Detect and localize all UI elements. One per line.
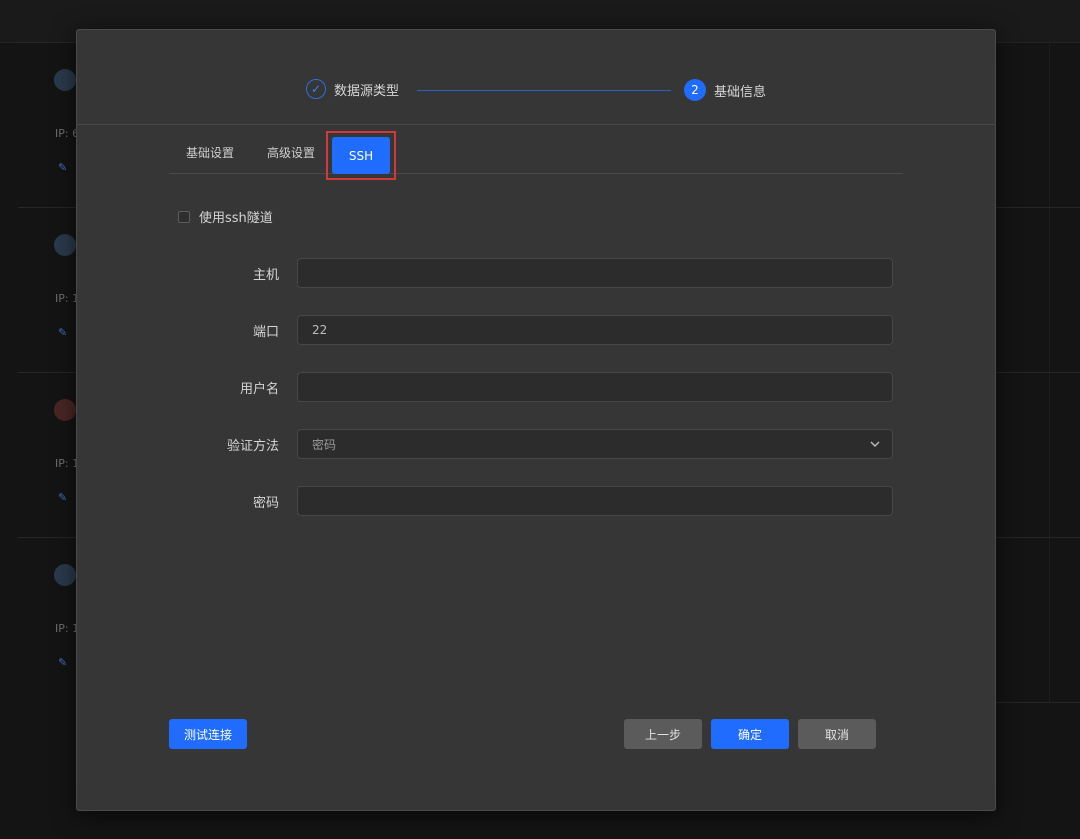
- settings-tabs: 基础设置 高级设置 SSH: [169, 130, 903, 180]
- form-row-auth-method: 验证方法 密码: [77, 429, 995, 459]
- edit-icon: ✎: [58, 161, 68, 174]
- form-row-password: 密码: [77, 486, 995, 516]
- chevron-down-icon: [870, 441, 880, 447]
- port-label: 端口: [252, 325, 279, 340]
- port-input[interactable]: [297, 315, 893, 345]
- auth-method-selected: 密码: [312, 437, 337, 452]
- form-row-username: 用户名: [77, 372, 995, 402]
- check-icon: ✓: [306, 79, 326, 99]
- cancel-button[interactable]: 取消: [798, 719, 876, 749]
- ssh-tunnel-checkbox[interactable]: [178, 210, 190, 223]
- test-connection-button[interactable]: 测试连接: [169, 719, 247, 749]
- step-label: 基础信息: [714, 84, 767, 100]
- background-divider: [995, 207, 1080, 208]
- wizard-steps: ✓ 数据源类型 2 基础信息: [77, 30, 995, 125]
- ssh-tunnel-label: 使用ssh隧道: [199, 211, 273, 226]
- datasource-config-dialog: ✓ 数据源类型 2 基础信息 基础设置 高级设置 SSH 使用ssh隧道 主机 …: [76, 29, 996, 811]
- step-number-badge: 2: [684, 79, 706, 101]
- background-divider: [995, 537, 1080, 538]
- tab-basic-settings[interactable]: 基础设置: [186, 144, 234, 161]
- edit-icon: ✎: [58, 491, 68, 504]
- host-label: 主机: [252, 268, 279, 283]
- database-logo-icon: [54, 234, 76, 256]
- database-logo-icon: [54, 399, 76, 421]
- step-datasource-type[interactable]: ✓ 数据源类型: [306, 79, 399, 99]
- confirm-button[interactable]: 确定: [711, 719, 789, 749]
- tab-highlight-box: SSH: [326, 131, 396, 180]
- host-input[interactable]: [297, 258, 893, 288]
- step-label: 数据源类型: [334, 83, 400, 99]
- step-connector-line: [417, 90, 671, 91]
- background-divider: [995, 702, 1080, 703]
- password-label: 密码: [252, 496, 279, 511]
- form-row-port: 端口: [77, 315, 995, 345]
- auth-method-label: 验证方法: [226, 439, 279, 454]
- password-input[interactable]: [297, 486, 893, 516]
- step-basic-info[interactable]: 2 基础信息: [684, 79, 766, 101]
- edit-icon: ✎: [58, 326, 68, 339]
- form-row-host: 主机: [77, 258, 995, 288]
- ssh-tunnel-toggle[interactable]: 使用ssh隧道: [178, 207, 273, 226]
- database-logo-icon: [54, 69, 76, 91]
- edit-icon: ✎: [58, 656, 68, 669]
- background-divider: [995, 372, 1080, 373]
- username-label: 用户名: [239, 382, 279, 397]
- previous-step-button[interactable]: 上一步: [624, 719, 702, 749]
- database-logo-icon: [54, 564, 76, 586]
- auth-method-select[interactable]: 密码: [297, 429, 893, 459]
- tab-advanced-settings[interactable]: 高级设置: [267, 144, 315, 161]
- tab-ssh[interactable]: SSH: [332, 137, 390, 174]
- username-input[interactable]: [297, 372, 893, 402]
